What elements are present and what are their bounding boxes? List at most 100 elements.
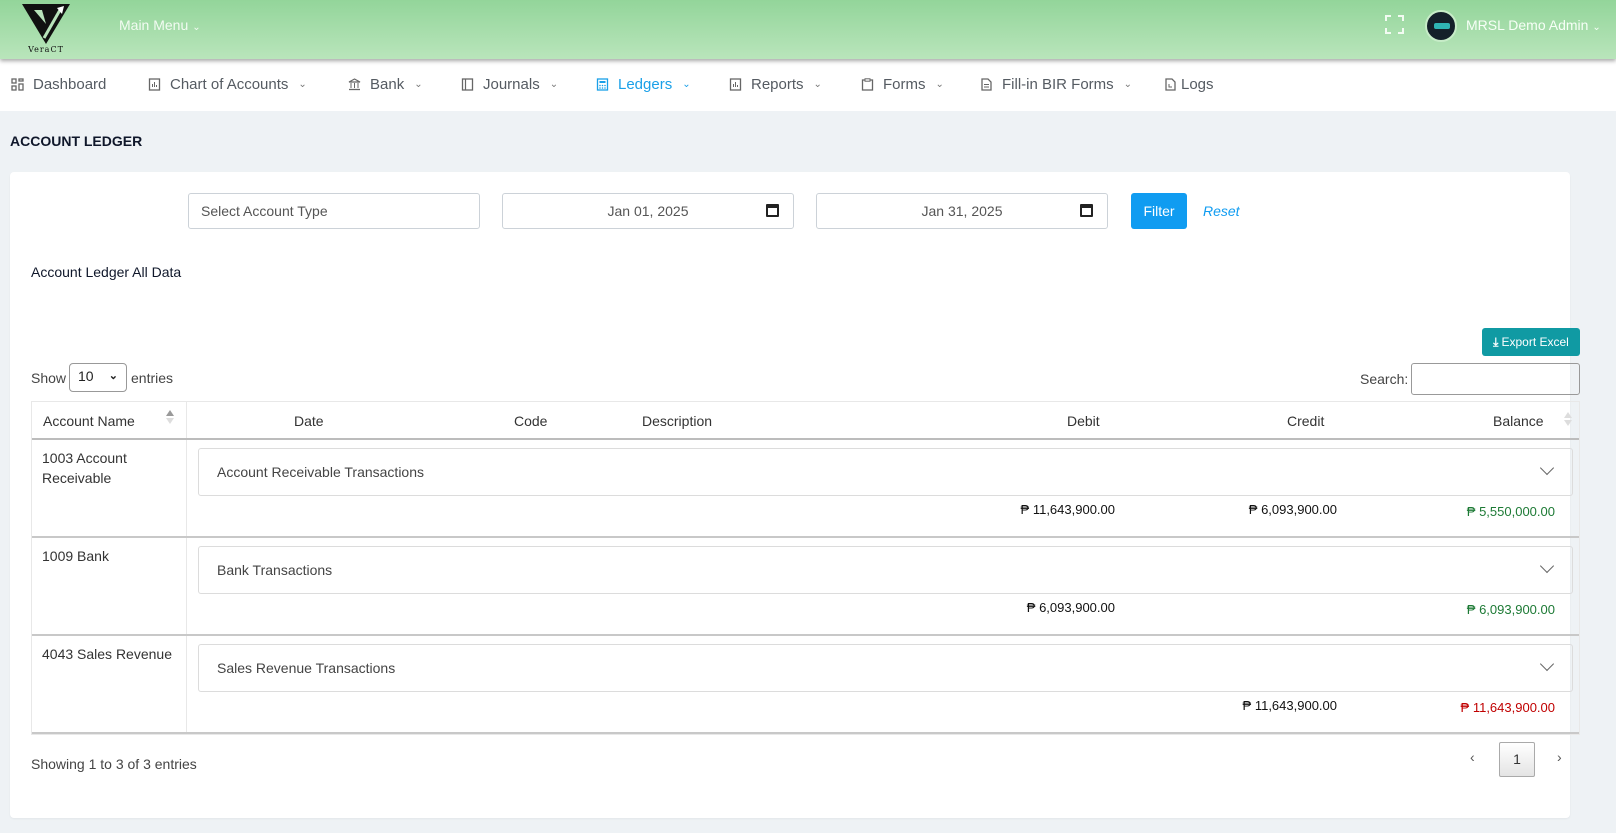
table-header: Account Name Date Code Description Debit…: [32, 402, 1579, 440]
fullscreen-icon[interactable]: [1385, 15, 1404, 34]
table-info: Showing 1 to 3 of 3 entries: [31, 756, 197, 772]
dashboard-icon: [11, 78, 24, 91]
column-divider: [186, 402, 187, 438]
entries-label: entries: [131, 370, 174, 386]
search-input[interactable]: [1411, 363, 1580, 395]
nav-label: Ledgers: [618, 76, 673, 93]
export-label: Export Excel: [1501, 335, 1569, 349]
chevron-down-icon: ⌄: [1592, 22, 1601, 33]
calculator-icon: [596, 78, 609, 91]
date-from-input[interactable]: Jan 01, 2025: [502, 193, 794, 229]
account-name: 1003 Account Receivable: [42, 450, 127, 486]
accordion-label: Bank Transactions: [217, 562, 333, 578]
balance-total: ₱ 11,643,900.00: [1460, 700, 1555, 715]
transactions-accordion[interactable]: Bank Transactions: [198, 546, 1573, 594]
chevron-down-icon: ⌄: [813, 79, 822, 90]
nav-item-forms[interactable]: Forms ⌄: [861, 76, 944, 93]
ledger-card: Select Account Type Jan 01, 2025 Jan 31,…: [10, 172, 1580, 818]
table-row: 4043 Sales Revenue Sales Revenue Transac…: [32, 636, 1579, 734]
nav-item-reports[interactable]: Reports ⌄: [729, 76, 822, 93]
credit-total: ₱ 11,643,900.00: [1242, 698, 1337, 713]
report-icon: [729, 78, 742, 91]
nav-item-dashboard[interactable]: Dashboard: [11, 76, 106, 93]
show-label: Show: [31, 370, 67, 386]
chart-doc-icon: [148, 78, 161, 91]
filter-button[interactable]: Filter: [1131, 193, 1187, 229]
column-header-code: Code: [514, 413, 548, 429]
table-row: 1003 Account Receivable Account Receivab…: [32, 440, 1579, 538]
pagination-page-1[interactable]: 1: [1499, 742, 1535, 777]
nav-item-logs[interactable]: Logs: [1164, 76, 1214, 93]
chevron-down-icon: ⌄: [935, 79, 944, 90]
ledger-table: Account Name Date Code Description Debit…: [31, 401, 1580, 735]
transactions-accordion[interactable]: Sales Revenue Transactions: [198, 644, 1573, 692]
credit-total: ₱ 6,093,900.00: [1248, 502, 1337, 517]
logo-text: VeraCT: [28, 45, 64, 54]
column-header-description: Description: [642, 413, 713, 429]
nav-label: Bank: [370, 76, 405, 93]
search-label: Search:: [1360, 371, 1409, 387]
date-from-value: Jan 01, 2025: [607, 203, 689, 219]
account-name: 4043 Sales Revenue: [42, 646, 172, 662]
nav-label: Fill-in BIR Forms: [1002, 76, 1114, 93]
avatar-logo-icon: [1434, 23, 1450, 29]
account-type-select[interactable]: Select Account Type: [188, 193, 480, 229]
chevron-down-icon: ⌄: [192, 22, 201, 33]
chevron-down-icon: [1539, 656, 1555, 672]
chevron-down-icon: [1539, 460, 1555, 476]
main-menu-label: Main Menu: [119, 17, 189, 33]
chevron-down-icon: [1539, 558, 1555, 574]
page-length-value: 10: [78, 368, 94, 384]
sort-icon[interactable]: [166, 410, 174, 424]
account-name: 1009 Bank: [42, 548, 109, 564]
column-header-date: Date: [294, 413, 324, 429]
debit-total: ₱ 6,093,900.00: [1026, 600, 1115, 615]
top-header: VeraCT Main Menu ⌄ MRSL Demo Admin ⌄: [0, 0, 1616, 59]
veract-logo[interactable]: VeraCT: [20, 2, 92, 56]
sort-icon[interactable]: [1564, 412, 1572, 426]
page-title: ACCOUNT LEDGER: [10, 133, 143, 149]
user-menu-dropdown[interactable]: MRSL Demo Admin ⌄: [1466, 17, 1601, 33]
table-row: 1009 Bank Bank Transactions ₱ 6,093,900.…: [32, 538, 1579, 636]
accordion-label: Account Receivable Transactions: [217, 464, 424, 480]
bank-icon: [348, 78, 361, 91]
pagination-next[interactable]: ›: [1557, 749, 1562, 765]
nav-item-journals[interactable]: Journals ⌄: [461, 76, 558, 93]
nav-item-bank[interactable]: Bank ⌄: [348, 76, 423, 93]
export-excel-button[interactable]: ⤓ Export Excel: [1482, 328, 1580, 356]
nav-item-ledgers[interactable]: Ledgers ⌄: [596, 76, 691, 93]
nav-item-fill-in-bir-forms[interactable]: Fill-in BIR Forms ⌄: [980, 76, 1132, 93]
chevron-down-icon: ⌄: [1123, 79, 1133, 90]
calendar-icon[interactable]: [766, 204, 779, 217]
chevron-down-icon: ⌄: [298, 79, 307, 90]
user-name: MRSL Demo Admin: [1466, 17, 1589, 33]
column-divider: [186, 440, 187, 536]
reset-link[interactable]: Reset: [1203, 203, 1240, 219]
main-menu-dropdown[interactable]: Main Menu ⌄: [119, 17, 201, 33]
chevron-down-icon: ⌄: [682, 79, 691, 90]
avatar[interactable]: [1425, 10, 1457, 42]
pagination-previous[interactable]: ‹: [1470, 749, 1475, 765]
download-icon: ⤓: [1493, 335, 1499, 349]
chevron-down-icon: ⌄: [549, 79, 559, 90]
clipboard-icon: [861, 78, 874, 91]
nav-label: Logs: [1181, 76, 1214, 93]
date-to-input[interactable]: Jan 31, 2025: [816, 193, 1108, 229]
nav-label: Journals: [483, 76, 540, 93]
column-divider: [186, 538, 187, 634]
column-header-balance[interactable]: Balance: [1493, 413, 1544, 429]
page-length-select[interactable]: 10 ⌄: [69, 363, 127, 392]
nav-label: Chart of Accounts: [170, 76, 289, 93]
accordion-label: Sales Revenue Transactions: [217, 660, 396, 676]
date-to-value: Jan 31, 2025: [921, 203, 1003, 219]
balance-total: ₱ 5,550,000.00: [1466, 504, 1555, 519]
calendar-icon[interactable]: [1080, 204, 1093, 217]
nav-item-chart-of-accounts[interactable]: Chart of Accounts ⌄: [148, 76, 307, 93]
column-header-account-name[interactable]: Account Name: [43, 413, 135, 429]
transactions-accordion[interactable]: Account Receivable Transactions: [198, 448, 1573, 496]
log-file-icon: [1165, 78, 1176, 91]
balance-total: ₱ 6,093,900.00: [1466, 602, 1555, 617]
section-title: Account Ledger All Data: [31, 264, 182, 280]
journal-icon: [461, 78, 474, 91]
debit-total: ₱ 11,643,900.00: [1020, 502, 1115, 517]
